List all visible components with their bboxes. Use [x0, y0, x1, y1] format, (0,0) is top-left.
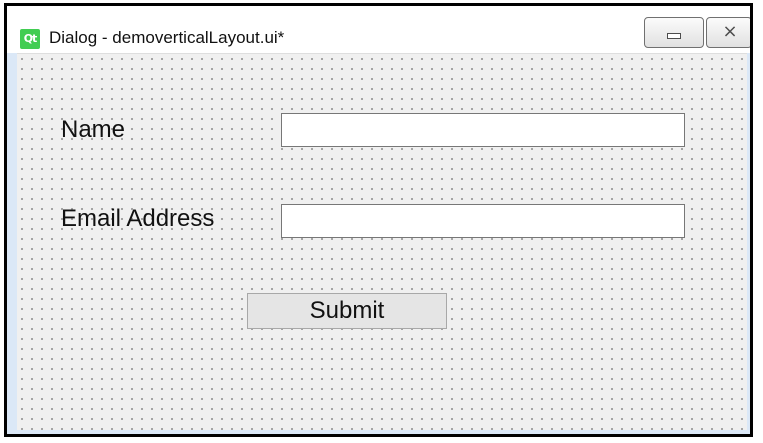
name-label: Name	[61, 116, 126, 143]
minimize-icon	[667, 33, 681, 39]
qt-logo-icon: Qt	[20, 29, 40, 49]
designer-dialog-window: Qt Dialog - demoverticalLayout.ui* × Nam…	[4, 3, 753, 437]
email-address-label: Email Address	[61, 205, 215, 232]
email-address-input[interactable]	[281, 204, 685, 238]
title-bar[interactable]: Qt Dialog - demoverticalLayout.ui* ×	[7, 6, 750, 53]
close-icon: ×	[722, 21, 738, 42]
dialog-form-canvas: Name Email Address Submit	[17, 53, 747, 430]
window-bottom-frame	[7, 430, 750, 434]
window-title: Dialog - demoverticalLayout.ui*	[49, 28, 285, 47]
window-right-frame	[747, 53, 750, 434]
close-button[interactable]: ×	[706, 17, 750, 48]
minimize-button[interactable]	[644, 17, 704, 48]
name-input[interactable]	[281, 113, 685, 147]
window-left-frame	[7, 53, 17, 434]
submit-button[interactable]: Submit	[247, 293, 447, 329]
